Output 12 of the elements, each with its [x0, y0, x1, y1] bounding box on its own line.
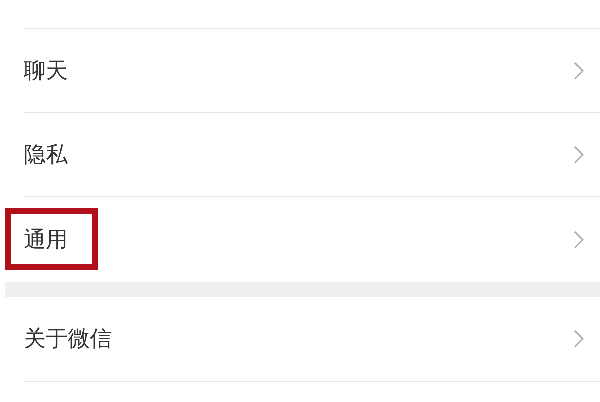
- item-label: 聊天: [24, 58, 68, 86]
- item-label: 隐私: [24, 142, 68, 170]
- settings-item[interactable]: 通用: [24, 197, 600, 282]
- settings-item[interactable]: 聊天: [24, 29, 600, 113]
- settings-item[interactable]: 隐私: [24, 113, 600, 197]
- chevron-right-icon: [574, 230, 584, 248]
- settings-item[interactable]: 关于微信: [24, 297, 600, 382]
- chevron-right-icon: [574, 330, 584, 348]
- item-label: 关于微信: [24, 326, 112, 354]
- chevron-right-icon: [574, 146, 584, 164]
- chevron-right-icon: [574, 62, 584, 80]
- item-label: 通用: [24, 226, 68, 254]
